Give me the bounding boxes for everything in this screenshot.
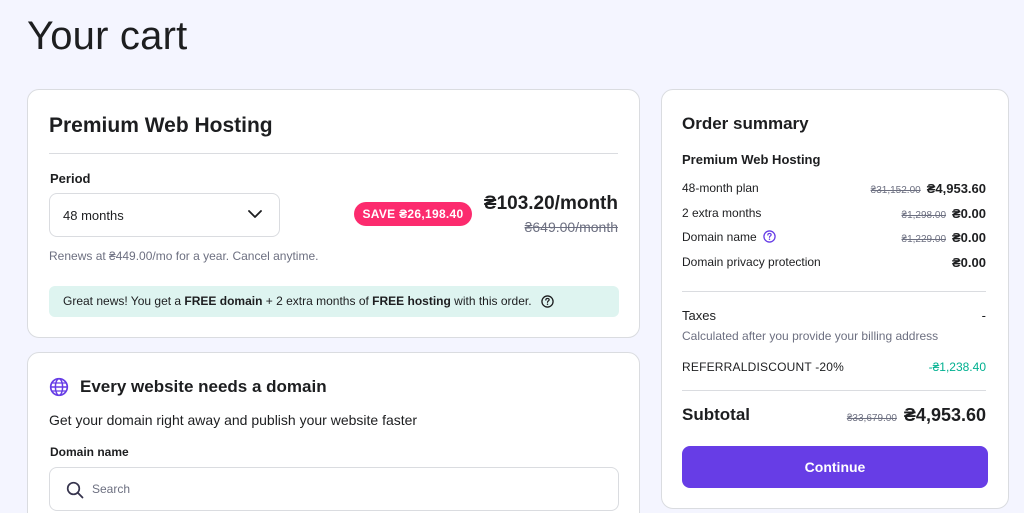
plan-title: Premium Web Hosting: [49, 114, 273, 137]
discount-label: REFERRALDISCOUNT -20%: [682, 360, 845, 374]
period-select-value: 48 months: [63, 208, 124, 223]
promo-free-domain: FREE domain: [184, 294, 263, 308]
period-label: Period: [50, 171, 91, 186]
summary-row-old-price: ₴31,152.00: [870, 185, 921, 196]
summary-row-amount: ₴4,953.60: [926, 181, 986, 196]
subtotal-amount: ₴4,953.60: [903, 405, 986, 425]
plan-price: ₴103.20/month: [483, 193, 618, 214]
summary-title: Order summary: [682, 114, 809, 133]
summary-row-label: Domain name: [682, 230, 757, 244]
promo-text-suffix: with this order.: [450, 294, 532, 308]
page-title: Your cart: [27, 14, 188, 58]
summary-row-plan: 48-month plan ₴31,152.00 ₴4,953.60: [682, 181, 986, 197]
continue-button[interactable]: Continue: [682, 446, 988, 488]
search-icon: [66, 481, 84, 499]
summary-row-privacy: Domain privacy protection ₴0.00: [682, 255, 986, 271]
subtotal-label: Subtotal: [682, 405, 750, 424]
taxes-value: -: [981, 308, 986, 323]
taxes-label: Taxes: [682, 308, 716, 323]
period-select[interactable]: 48 months: [49, 193, 280, 237]
promo-free-hosting: FREE hosting: [372, 294, 451, 308]
chevron-down-icon: [248, 210, 262, 218]
summary-row-domain: Domain name ₴1,229.00 ₴0.00: [682, 230, 986, 246]
summary-row-label: Domain privacy protection: [682, 255, 821, 269]
discount-value: -₴1,238.40: [928, 360, 986, 374]
order-summary-card: Order summary Premium Web Hosting 48-mon…: [661, 89, 1009, 509]
summary-row-amount: ₴0.00: [952, 206, 986, 221]
summary-row-old-price: ₴1,298.00: [901, 210, 947, 221]
domain-search-input[interactable]: [92, 468, 592, 510]
summary-row-label: 2 extra months: [682, 206, 762, 220]
subtotal-values: ₴33,679.00 ₴4,953.60: [847, 405, 986, 426]
domain-search-box[interactable]: [49, 467, 619, 511]
summary-product: Premium Web Hosting: [682, 152, 821, 167]
globe-icon: [49, 377, 69, 397]
domain-heading-text: Every website needs a domain: [80, 377, 327, 396]
summary-row-amount: ₴0.00: [952, 230, 986, 245]
divider: [682, 291, 986, 292]
subtotal-old-price: ₴33,679.00: [846, 413, 897, 424]
plan-old-price: ₴649.00/month: [524, 219, 618, 235]
help-icon[interactable]: [541, 295, 554, 309]
save-badge: SAVE ₴26,198.40: [354, 202, 472, 226]
divider: [682, 390, 986, 391]
help-icon[interactable]: [762, 230, 776, 243]
summary-row-amount: ₴0.00: [952, 255, 986, 270]
promo-banner: Great news! You get a FREE domain + 2 ex…: [49, 286, 619, 317]
taxes-note: Calculated after you provide your billin…: [682, 329, 939, 343]
divider: [49, 153, 618, 154]
domain-heading: Every website needs a domain: [49, 377, 327, 397]
summary-row-old-price: ₴1,229.00: [901, 234, 947, 245]
domain-subheading: Get your domain right away and publish y…: [49, 412, 418, 428]
promo-text-mid: + 2 extra months of: [262, 294, 373, 308]
summary-row-extra-months: 2 extra months ₴1,298.00 ₴0.00: [682, 206, 986, 222]
promo-text-prefix: Great news! You get a: [63, 294, 185, 308]
domain-field-label: Domain name: [50, 445, 129, 459]
plan-card: Premium Web Hosting Period 48 months SAV…: [27, 89, 640, 338]
summary-row-label-wrap: Domain name: [682, 230, 776, 244]
domain-card: Every website needs a domain Get your do…: [27, 352, 640, 513]
summary-row-label: 48-month plan: [682, 181, 759, 195]
renewal-note: Renews at ₴449.00/mo for a year. Cancel …: [49, 249, 319, 263]
